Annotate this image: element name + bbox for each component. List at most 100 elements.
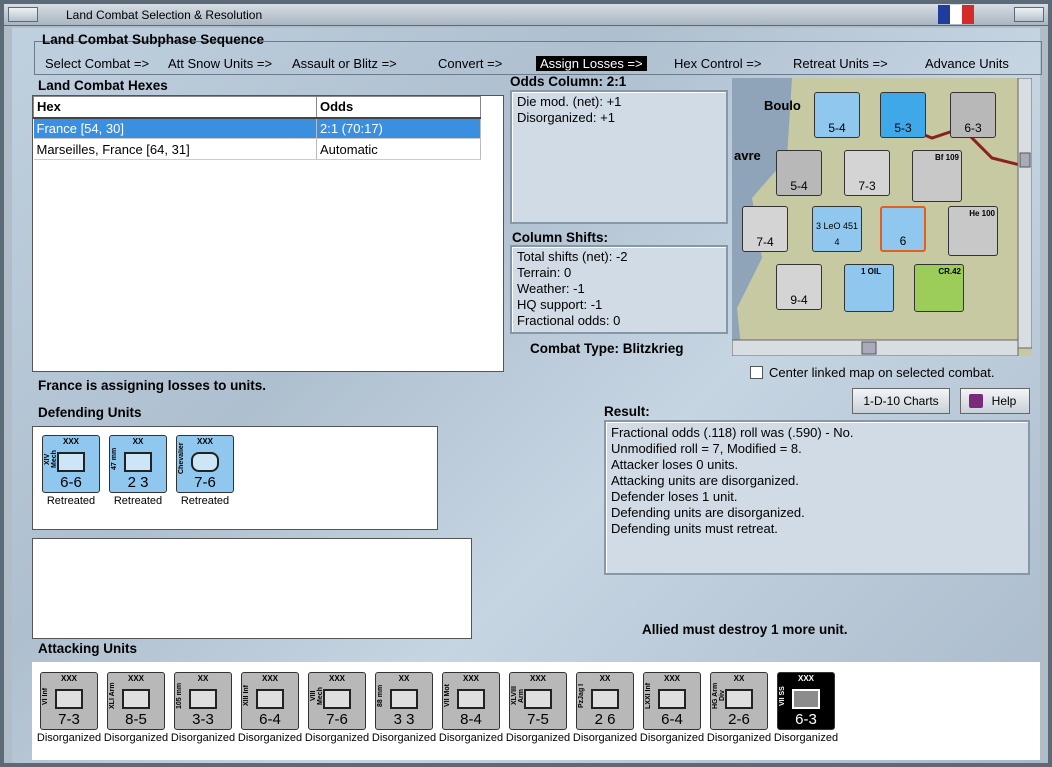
unit-status: Retreated bbox=[113, 495, 163, 507]
attacking-unit[interactable]: XXX XLVIII Arm 7-5 bbox=[509, 672, 567, 730]
shift-line: Fractional odds: 0 bbox=[517, 313, 621, 328]
unit-name: XIV Mech bbox=[44, 450, 58, 468]
attacking-unit[interactable]: XXX VI Inf 7-3 bbox=[40, 672, 98, 730]
combat-type-value: Blitzkrieg bbox=[622, 341, 684, 356]
map-vscroll[interactable] bbox=[1017, 78, 1032, 349]
odds-title: Odds Column: 2:1 bbox=[510, 74, 627, 89]
air-unit[interactable]: 3 LeO 451 4 bbox=[812, 206, 862, 252]
defending-title: Defending Units bbox=[38, 405, 142, 420]
defending-unit[interactable]: XXX XIV Mech 6-6 bbox=[42, 435, 100, 493]
unit-name: VII SS bbox=[779, 686, 786, 706]
air-unit[interactable]: Bf 109 bbox=[912, 150, 962, 202]
result-line: Defending units must retreat. bbox=[611, 521, 778, 536]
step-hex-control: Hex Control => bbox=[674, 56, 762, 71]
map-unit-str: 5-4 bbox=[790, 179, 808, 193]
map-unit[interactable]: 5-3 bbox=[880, 92, 926, 138]
unit-strength: 3 3 bbox=[393, 711, 415, 728]
step-att-snow: Att Snow Units => bbox=[168, 56, 273, 71]
unit-name: 105 mm bbox=[176, 682, 183, 710]
title-bar: Land Combat Selection & Resolution bbox=[4, 4, 1048, 26]
unit-symbol-icon bbox=[524, 689, 552, 709]
attacking-unit[interactable]: XX PzJag I 2 6 bbox=[576, 672, 634, 730]
combat-type: Combat Type: Blitzkrieg bbox=[530, 341, 684, 356]
map-vscroll-thumb[interactable] bbox=[1019, 152, 1031, 168]
result-line: Unmodified roll = 7, Modified = 8. bbox=[611, 441, 802, 456]
window-title: Land Combat Selection & Resolution bbox=[66, 8, 263, 22]
attacking-unit[interactable]: XXX LXXI Inf 6-4 bbox=[643, 672, 701, 730]
attacking-unit[interactable]: XXX VII SS 6-3 bbox=[777, 672, 835, 730]
map-unit[interactable]: 5-4 bbox=[776, 150, 822, 196]
shifts-title: Column Shifts: bbox=[512, 230, 608, 245]
map-unit[interactable]: 6-3 bbox=[950, 92, 996, 138]
unit-size: XX bbox=[599, 674, 611, 683]
defending-unit[interactable]: XXX Chevalier 7-6 bbox=[176, 435, 234, 493]
close-button[interactable] bbox=[1014, 7, 1044, 22]
unit-symbol-icon bbox=[323, 689, 351, 709]
unit-status: Retreated bbox=[46, 495, 96, 507]
defending-panel: XXX XIV Mech 6-6 Retreated XX 47 mm 2 3 Retr… bbox=[32, 426, 438, 530]
map-unit-str: 5-3 bbox=[894, 121, 912, 135]
map-hscroll-thumb[interactable] bbox=[861, 341, 877, 355]
shift-line: Terrain: 0 bbox=[517, 265, 572, 280]
unit-name: VIII Mech bbox=[310, 687, 324, 705]
unit-name: Chevalier bbox=[178, 442, 185, 474]
help-button[interactable]: Help bbox=[960, 388, 1030, 414]
table-row[interactable]: France [54, 30] 2:1 (70:17) bbox=[33, 117, 481, 139]
table-row[interactable]: Marseilles, France [64, 31] Automatic bbox=[33, 138, 481, 160]
unit-size: XX bbox=[132, 437, 144, 446]
map-unit-str: 6 bbox=[899, 234, 907, 248]
unit-symbol-icon bbox=[256, 689, 284, 709]
map-unit[interactable]: 9-4 bbox=[776, 264, 822, 310]
map-unit-name: CR.42 bbox=[938, 267, 961, 276]
unit-size: XXX bbox=[797, 674, 814, 683]
defending-unit[interactable]: XX 47 mm 2 3 bbox=[109, 435, 167, 493]
result-line: Attacker loses 0 units. bbox=[611, 457, 739, 472]
shift-line: Weather: -1 bbox=[517, 281, 585, 296]
step-select-combat: Select Combat => bbox=[45, 56, 150, 71]
unit-status: Disorganized bbox=[237, 732, 303, 744]
map-unit[interactable]: 5-4 bbox=[814, 92, 860, 138]
attacking-unit[interactable]: XX HG Arm Div 2-6 bbox=[710, 672, 768, 730]
system-menu-button[interactable] bbox=[8, 7, 38, 22]
armor-symbol-icon bbox=[191, 452, 219, 472]
map-unit-str: 5-4 bbox=[828, 121, 846, 135]
map-unit[interactable]: 7-4 bbox=[742, 206, 788, 252]
unit-strength: 8-5 bbox=[125, 711, 147, 728]
unit-strength: 2 6 bbox=[594, 711, 616, 728]
france-flag-icon bbox=[938, 5, 974, 24]
air-unit[interactable]: He 100 bbox=[948, 206, 998, 256]
attacking-unit[interactable]: XXX XIII Inf 6-4 bbox=[241, 672, 299, 730]
charts-button[interactable]: 1-D-10 Charts bbox=[852, 388, 950, 414]
map-unit-name: He 100 bbox=[969, 209, 995, 218]
attacking-unit[interactable]: XX 88 mm 3 3 bbox=[375, 672, 433, 730]
linked-map[interactable]: Boulo avre 5-4 5-3 6-3 5-4 7-3 7-4 9-4 6… bbox=[732, 78, 1032, 356]
col-odds[interactable]: Odds bbox=[316, 96, 481, 119]
unit-strength: 6-4 bbox=[661, 711, 683, 728]
center-map-checkbox[interactable] bbox=[750, 366, 763, 379]
hexes-title: Land Combat Hexes bbox=[38, 78, 168, 93]
map-unit[interactable]: 7-3 bbox=[844, 150, 890, 196]
attacking-unit[interactable]: XXX VII Mot 8-4 bbox=[442, 672, 500, 730]
unit-name: VII Mot bbox=[444, 684, 451, 708]
attacking-unit[interactable]: XX 105 mm 3-3 bbox=[174, 672, 232, 730]
result-line: Defending units are disorganized. bbox=[611, 505, 805, 520]
unit-symbol-icon bbox=[591, 689, 619, 709]
unit-status: Disorganized bbox=[103, 732, 169, 744]
unit-strength: 8-4 bbox=[460, 711, 482, 728]
shifts-panel: Total shifts (net): -2 Terrain: 0 Weathe… bbox=[510, 245, 728, 334]
air-unit[interactable]: CR.42 bbox=[914, 264, 964, 312]
unit-strength: 3-3 bbox=[192, 711, 214, 728]
result-line: Defender loses 1 unit. bbox=[611, 489, 738, 504]
attacking-unit[interactable]: XXX XLI Arm 8-5 bbox=[107, 672, 165, 730]
odds-panel: Die mod. (net): +1 Disorganized: +1 bbox=[510, 90, 728, 224]
step-retreat: Retreat Units => bbox=[793, 56, 888, 71]
unit-symbol-icon bbox=[122, 689, 150, 709]
oil-unit[interactable]: 1 OIL bbox=[844, 264, 894, 312]
unit-size: XX bbox=[197, 674, 209, 683]
col-hex[interactable]: Hex bbox=[33, 96, 317, 119]
target-hex-unit[interactable]: 6 bbox=[880, 206, 926, 252]
attacking-unit[interactable]: XXX VIII Mech 7-6 bbox=[308, 672, 366, 730]
sequence-title: Land Combat Subphase Sequence bbox=[42, 32, 265, 47]
hexes-table-panel: Hex Odds France [54, 30] 2:1 (70:17) Marse… bbox=[32, 95, 504, 372]
odds-line: Disorganized: +1 bbox=[517, 110, 615, 125]
